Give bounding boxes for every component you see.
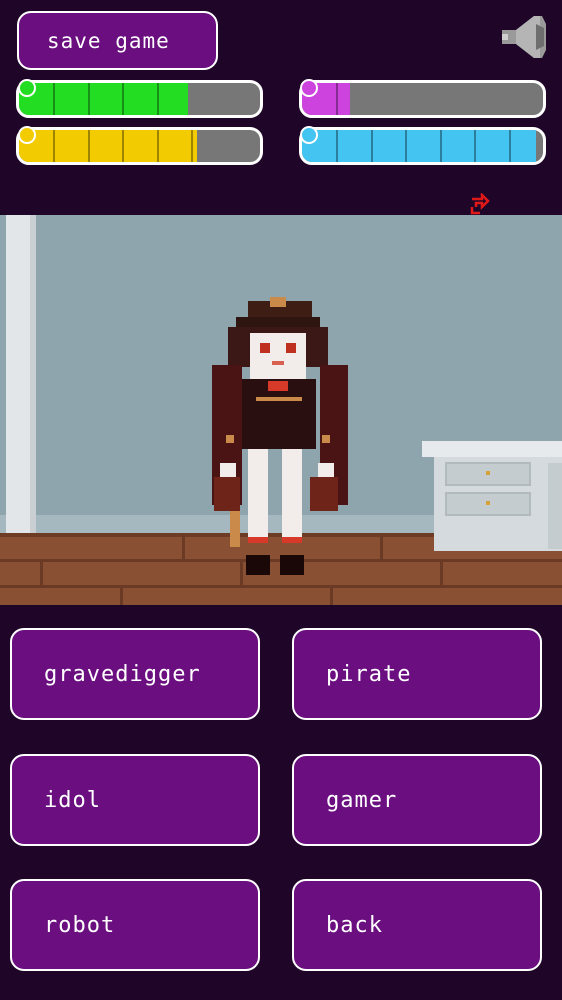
stat-fill-yellow bbox=[19, 130, 198, 162]
save-game-button[interactable]: save game bbox=[17, 11, 218, 70]
refresh-icon[interactable] bbox=[468, 193, 490, 215]
bar-segment bbox=[509, 130, 511, 162]
smiley-icon bbox=[18, 79, 36, 97]
bar-segment bbox=[336, 130, 338, 162]
speaker-icon[interactable] bbox=[496, 12, 550, 62]
dresser bbox=[422, 441, 562, 551]
bar-segment bbox=[88, 83, 90, 115]
bar-segment bbox=[440, 130, 442, 162]
game-scene bbox=[0, 215, 562, 605]
bar-segment bbox=[191, 130, 193, 162]
bar-segment bbox=[474, 130, 476, 162]
bar-segment bbox=[371, 130, 373, 162]
bar-segment bbox=[157, 130, 159, 162]
stat-bar-yellow bbox=[16, 127, 263, 165]
pirate-button[interactable]: pirate bbox=[292, 628, 542, 720]
stat-bar-magenta bbox=[299, 80, 546, 118]
bar-segment bbox=[336, 83, 338, 115]
pillar bbox=[6, 215, 36, 545]
idol-button[interactable]: idol bbox=[10, 754, 260, 846]
back-button[interactable]: back bbox=[292, 879, 542, 971]
heart-icon bbox=[300, 79, 318, 97]
drop-icon bbox=[300, 126, 318, 144]
bar-segment bbox=[405, 130, 407, 162]
stat-bar-blue bbox=[299, 127, 546, 165]
stat-fill-green bbox=[19, 83, 188, 115]
bar-segment bbox=[122, 130, 124, 162]
robot-button[interactable]: robot bbox=[10, 879, 260, 971]
bar-segment bbox=[88, 130, 90, 162]
gamer-button[interactable]: gamer bbox=[292, 754, 542, 846]
bar-segment bbox=[122, 83, 124, 115]
bar-segment bbox=[157, 83, 159, 115]
bar-segment bbox=[53, 83, 55, 115]
stat-bar-green bbox=[16, 80, 263, 118]
gravedigger-button[interactable]: gravedigger bbox=[10, 628, 260, 720]
food-icon bbox=[18, 126, 36, 144]
bar-segment bbox=[53, 130, 55, 162]
